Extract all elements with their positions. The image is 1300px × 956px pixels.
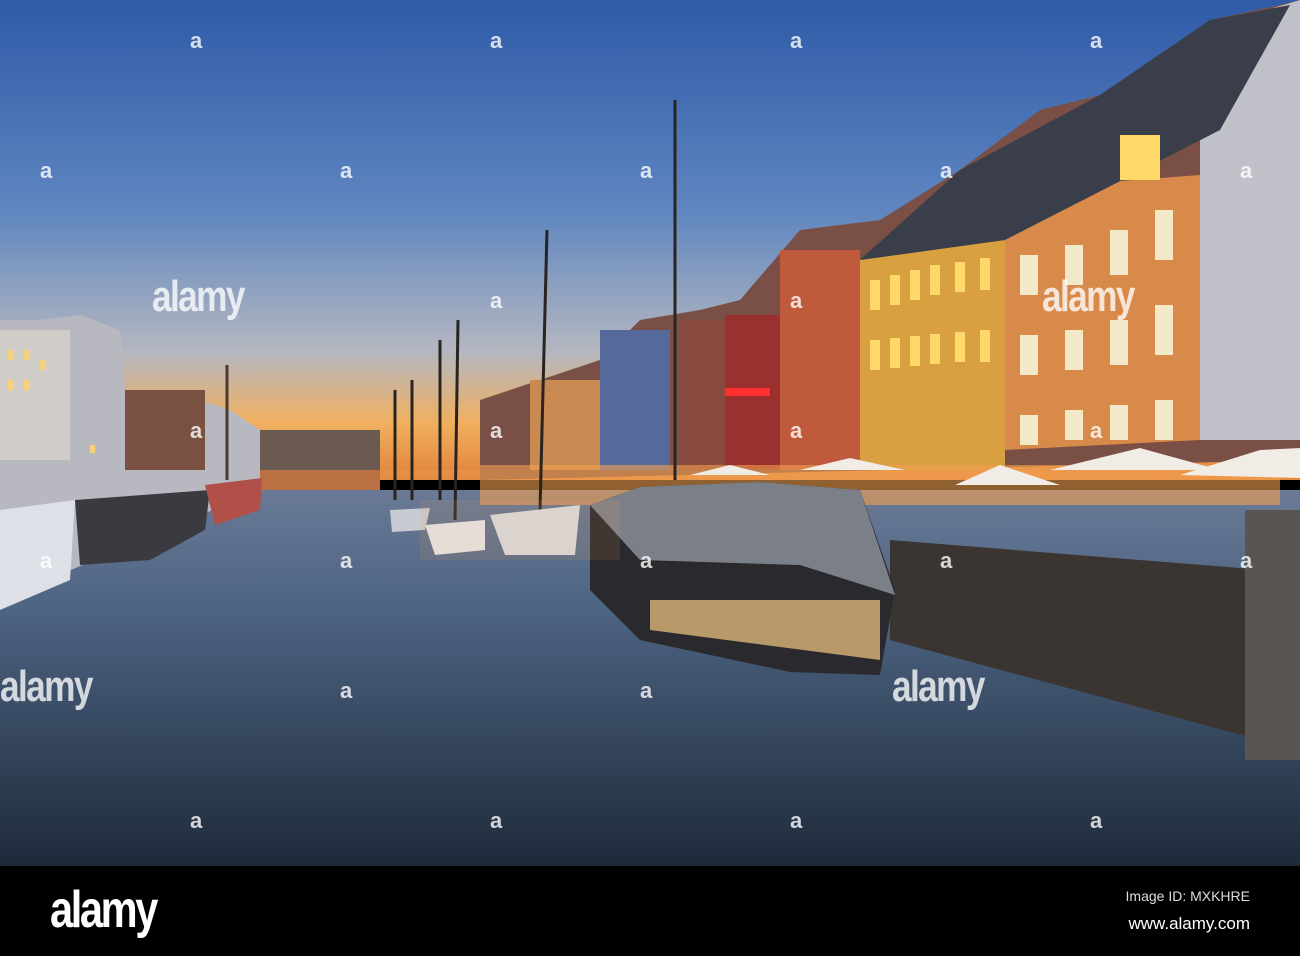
watermark-mark: a <box>190 808 203 833</box>
watermark-mark: a <box>790 418 803 443</box>
watermark-mark: a <box>940 158 953 183</box>
watermark-mark: a <box>1240 548 1253 573</box>
watermark-mark: a <box>1090 28 1103 53</box>
watermark: alamy <box>0 662 93 711</box>
watermark-mark: a <box>190 28 203 53</box>
watermark-mark: a <box>640 548 653 573</box>
watermark-mark: a <box>340 158 353 183</box>
watermark-mark: a <box>40 158 53 183</box>
watermark-mark: a <box>340 678 353 703</box>
watermark-mark: a <box>340 548 353 573</box>
watermark: alamy <box>892 662 985 711</box>
footer-bar: alamy Image ID: MXKHRE www.alamy.com <box>0 866 1300 956</box>
stock-photo: alamy alamy alamy alamy a a a a a a a a … <box>0 0 1300 956</box>
watermark-mark: a <box>1090 808 1103 833</box>
watermark-mark: a <box>490 808 503 833</box>
watermark-mark: a <box>640 158 653 183</box>
watermark-mark: a <box>40 548 53 573</box>
watermark-mark: a <box>490 28 503 53</box>
site-url: www.alamy.com <box>1128 914 1250 933</box>
watermark-mark: a <box>790 808 803 833</box>
watermark-mark: a <box>940 548 953 573</box>
watermark: alamy <box>152 272 245 321</box>
alamy-logo: alamy <box>50 881 158 939</box>
watermark-mark: a <box>790 28 803 53</box>
watermark: alamy <box>1042 272 1135 321</box>
watermark-mark: a <box>1090 418 1103 443</box>
watermark-mark: a <box>790 288 803 313</box>
watermark-mark: a <box>640 678 653 703</box>
watermark-mark: a <box>1240 158 1253 183</box>
watermark-mark: a <box>190 418 203 443</box>
image-id: Image ID: MXKHRE <box>1125 888 1250 904</box>
watermark-mark: a <box>490 418 503 443</box>
watermark-mark: a <box>490 288 503 313</box>
